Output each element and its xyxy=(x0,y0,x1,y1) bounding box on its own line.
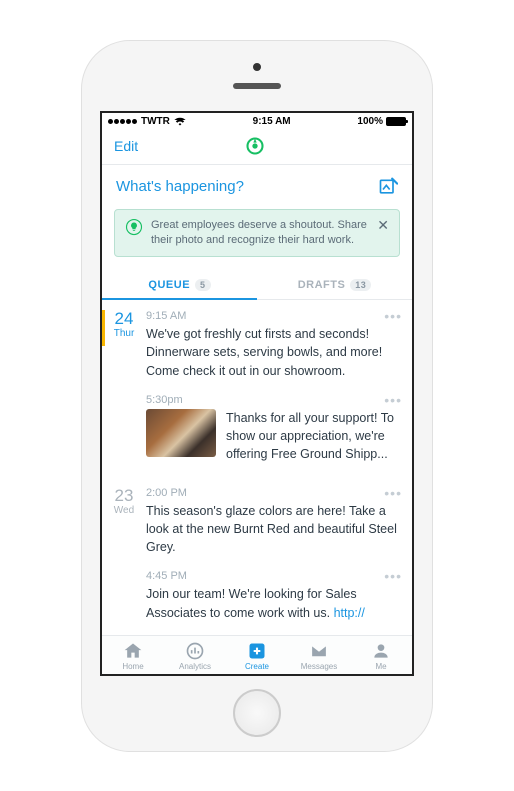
carrier-label: TWTR xyxy=(141,116,170,127)
tip-text: Great employees deserve a shoutout. Shar… xyxy=(151,218,369,249)
post-time: 5:30pm xyxy=(146,394,402,406)
post-more-icon[interactable]: ••• xyxy=(384,392,402,408)
day-group: 23 Wed ••• 2:00 PM This season's glaze c… xyxy=(102,477,412,634)
queued-post[interactable]: ••• 5:30pm Thanks for all your support! … xyxy=(146,394,402,463)
day-number: 23 xyxy=(102,487,146,504)
phone-frame: TWTR 9:15 AM 100% Edit What's happening? xyxy=(82,41,432,751)
wifi-icon xyxy=(174,117,186,126)
close-icon[interactable]: ✕ xyxy=(377,218,389,232)
post-more-icon[interactable]: ••• xyxy=(384,568,402,584)
status-bar: TWTR 9:15 AM 100% xyxy=(102,113,412,130)
tabbar-label: Messages xyxy=(301,662,337,671)
app-logo-icon[interactable] xyxy=(245,136,265,156)
tip-banner: Great employees deserve a shoutout. Shar… xyxy=(114,209,400,258)
tab-drafts-label: DRAFTS xyxy=(298,279,346,291)
tab-drafts-count: 13 xyxy=(350,279,371,291)
home-icon xyxy=(123,641,143,661)
queued-post[interactable]: ••• 9:15 AM We've got freshly cut firsts… xyxy=(146,310,402,379)
status-time: 9:15 AM xyxy=(253,116,291,127)
queued-post[interactable]: ••• 2:00 PM This season's glaze colors a… xyxy=(146,487,402,556)
tabbar-label: Create xyxy=(245,662,269,671)
lightbulb-icon xyxy=(125,218,143,236)
tab-drafts[interactable]: DRAFTS 13 xyxy=(257,269,412,299)
post-body: Thanks for all your support! To show our… xyxy=(226,409,402,463)
home-button[interactable] xyxy=(233,689,281,737)
compose-input[interactable]: What's happening? xyxy=(102,165,412,209)
queued-post[interactable]: ••• 4:45 PM Join our team! We're looking… xyxy=(146,570,402,621)
today-marker xyxy=(102,310,105,346)
tabbar-messages[interactable]: Messages xyxy=(288,641,350,671)
tabbar-me[interactable]: Me xyxy=(350,641,412,671)
phone-camera xyxy=(253,63,261,71)
battery-pct: 100% xyxy=(357,116,383,127)
tabbar-analytics[interactable]: Analytics xyxy=(164,641,226,671)
queue-list[interactable]: 24 Thur ••• 9:15 AM We've got freshly cu… xyxy=(102,300,412,634)
day-group: 24 Thur ••• 9:15 AM We've got freshly cu… xyxy=(102,300,412,477)
day-name: Thur xyxy=(102,328,146,339)
post-time: 9:15 AM xyxy=(146,310,402,322)
phone-speaker xyxy=(233,83,281,89)
compose-placeholder: What's happening? xyxy=(116,178,244,195)
post-link[interactable]: http:// xyxy=(334,606,365,620)
signal-dots-icon xyxy=(108,119,137,124)
tabbar-label: Analytics xyxy=(179,662,211,671)
messages-icon xyxy=(309,641,329,661)
tabbar-label: Me xyxy=(375,662,386,671)
compose-media-icon[interactable] xyxy=(378,177,398,197)
me-icon xyxy=(371,641,391,661)
day-number: 24 xyxy=(102,310,146,327)
tab-queue[interactable]: QUEUE 5 xyxy=(102,269,257,299)
post-more-icon[interactable]: ••• xyxy=(384,308,402,324)
day-name: Wed xyxy=(102,505,146,516)
post-more-icon[interactable]: ••• xyxy=(384,485,402,501)
tab-bar: Home Analytics Create Messages Me xyxy=(102,635,412,674)
battery-icon xyxy=(386,117,406,126)
nav-bar: Edit xyxy=(102,130,412,165)
tab-queue-count: 5 xyxy=(195,279,211,291)
tabbar-home[interactable]: Home xyxy=(102,641,164,671)
tabbar-label: Home xyxy=(122,662,143,671)
tab-queue-label: QUEUE xyxy=(148,279,190,291)
feed-tabs: QUEUE 5 DRAFTS 13 xyxy=(102,269,412,300)
create-icon xyxy=(247,641,267,661)
post-thumbnail xyxy=(146,409,216,457)
edit-button[interactable]: Edit xyxy=(114,138,138,154)
screen: TWTR 9:15 AM 100% Edit What's happening? xyxy=(100,111,414,676)
post-body: This season's glaze colors are here! Tak… xyxy=(146,502,402,556)
post-body: We've got freshly cut firsts and seconds… xyxy=(146,325,402,379)
tabbar-create[interactable]: Create xyxy=(226,641,288,671)
post-time: 4:45 PM xyxy=(146,570,402,582)
post-time: 2:00 PM xyxy=(146,487,402,499)
post-body: Join our team! We're looking for Sales A… xyxy=(146,585,402,621)
analytics-icon xyxy=(185,641,205,661)
